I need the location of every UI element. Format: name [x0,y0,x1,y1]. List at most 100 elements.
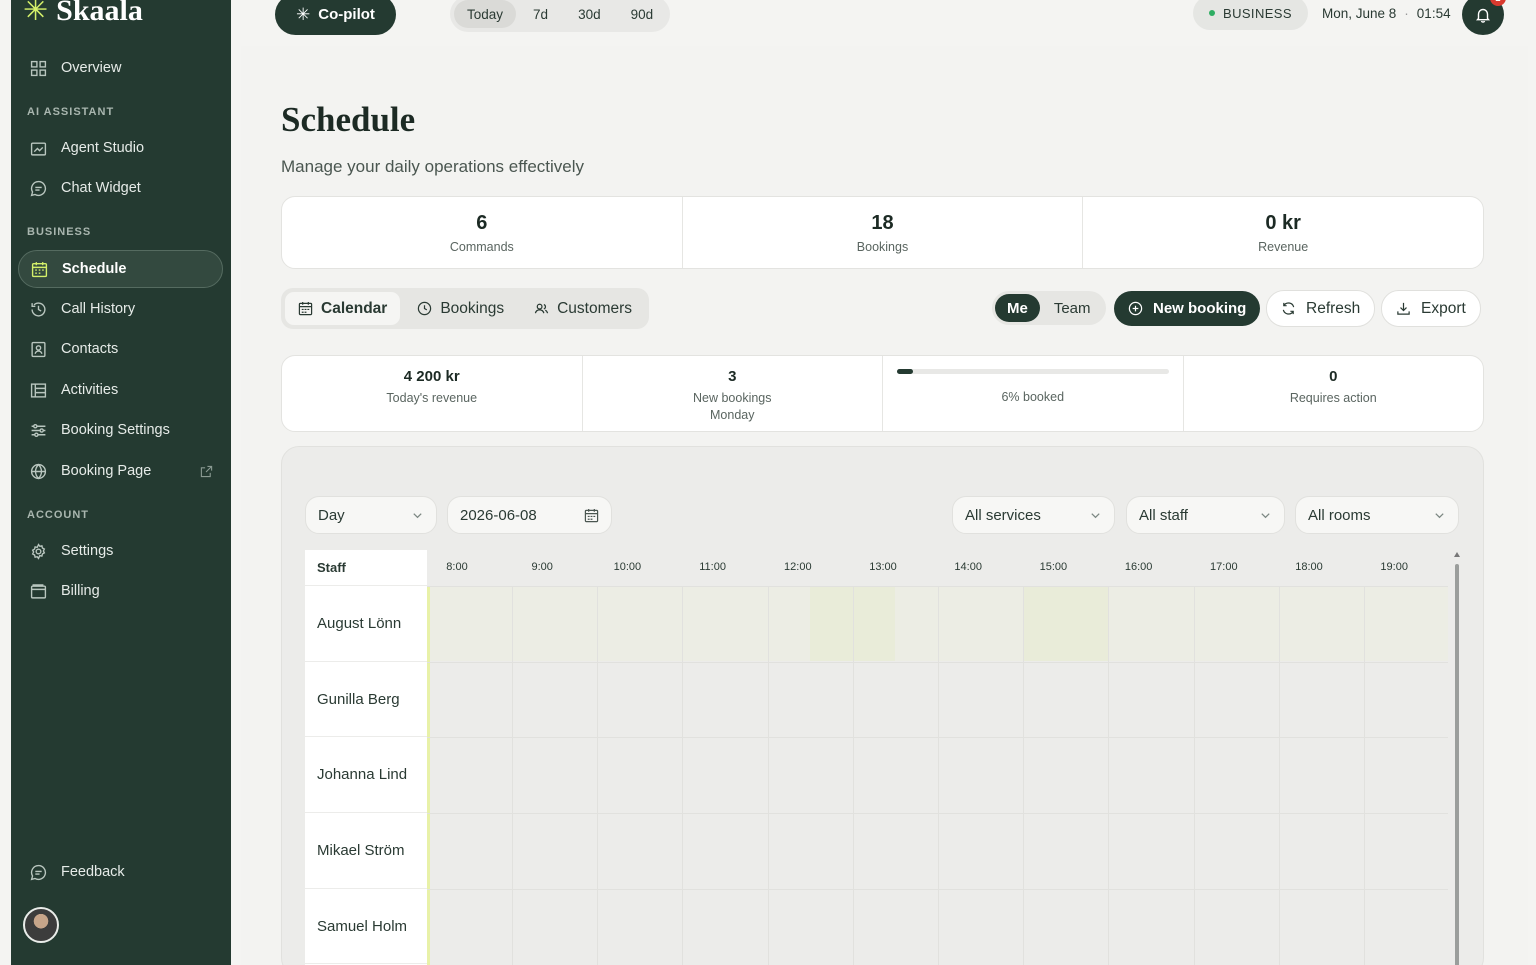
range-90d[interactable]: 90d [618,0,667,28]
calendar-icon [584,508,599,522]
grid-scrollbar[interactable] [1454,552,1460,965]
stat-value: 6 [476,211,488,234]
hour-gridline [512,586,513,965]
export-button[interactable]: Export [1381,290,1481,327]
time-label: 14:00 [954,561,982,573]
kpi-new-bookings: 3 New bookings Monday [583,356,883,431]
kpi-requires-action: 0 Requires action [1184,356,1484,431]
sidebar-item-label: Billing [61,583,100,599]
staff-row[interactable]: Samuel Holm [305,889,427,965]
sidebar-item-label: Settings [61,543,114,559]
kpi-label: Requires action [1289,391,1377,405]
time-label: 18:00 [1295,561,1323,573]
staff-row[interactable]: Mikael Ström [305,813,427,889]
brand-name: Skaala [56,0,143,27]
calendar-icon [31,261,48,278]
hour-gridline [1193,586,1195,965]
tab-bookings[interactable]: Bookings [404,292,517,325]
plan-badge[interactable]: BUSINESS [1193,0,1308,30]
copilot-button[interactable]: ✳ Co-pilot [275,0,396,35]
view-mode-select[interactable]: Day [305,496,437,534]
row-gridline [427,888,1448,890]
kpi-label: 6% booked [1001,390,1065,404]
kpi-booked-progress: 6% booked [883,356,1184,431]
staff-row[interactable]: Johanna Lind [305,737,427,814]
range-30d[interactable]: 30d [565,0,614,28]
tab-calendar[interactable]: Calendar [285,292,401,325]
booked-progress-bar [897,369,1169,374]
time-label: 11:00 [699,561,726,573]
time-label: 13:00 [869,561,897,573]
services-filter[interactable]: All services [952,496,1115,534]
scope-toggle: Me Team [992,291,1106,325]
chevron-down-icon [1435,512,1444,518]
user-avatar[interactable] [23,907,59,943]
sidebar-item-schedule[interactable]: Schedule [18,250,223,288]
daily-kpis: 4 200 kr Today's revenue 3 New bookings M… [281,355,1484,432]
brand-star-icon: ✳ [23,0,49,27]
time-label: 10:00 [613,561,642,573]
summary-stats: 6 Commands 18 Bookings 0 kr Revenue [281,196,1484,269]
staff-row[interactable]: August Lönn [305,586,427,662]
time-label: 9:00 [531,561,553,573]
scope-team[interactable]: Team [1042,294,1103,322]
studio-icon [30,140,47,157]
sidebar-item-activities[interactable]: Activities [18,371,223,409]
highlighted-slot [1023,586,1108,661]
hour-gridline [1278,586,1280,965]
current-datetime: Mon, June 8 · 01:54 [1322,6,1451,21]
sidebar-item-call-history[interactable]: Call History [18,290,223,328]
sidebar-item-label: Agent Studio [61,140,145,156]
chevron-down-icon [1261,512,1270,518]
new-booking-label: New booking [1153,300,1247,317]
sidebar-item-booking-page[interactable]: Booking Page [18,452,223,490]
time-label: 17:00 [1210,561,1238,573]
range-7d[interactable]: 7d [520,0,561,28]
datetime-separator: · [1404,6,1409,21]
feedback-button[interactable]: Feedback [18,853,223,891]
notification-count-badge: 2 [1490,0,1506,6]
row-gridline [427,813,1448,815]
staff-row[interactable]: Gunilla Berg [305,662,427,738]
timeline[interactable]: 8:00 9:00 10:00 11:00 12:00 13:00 14:00 15:00 16… [427,550,1448,965]
sidebar-item-agent-studio[interactable]: Agent Studio [18,129,223,167]
sidebar-item-booking-settings[interactable]: Booking Settings [18,411,223,449]
scroll-up-arrow-icon[interactable] [1454,552,1460,557]
time-label: 12:00 [784,561,812,573]
sidebar-item-label: Chat Widget [61,180,141,196]
external-link-icon [200,465,213,477]
kpi-label: New bookings Monday [693,390,772,424]
staff-filter[interactable]: All staff [1126,496,1285,534]
sidebar-item-billing[interactable]: Billing [18,572,223,610]
sliders-icon [30,422,47,439]
hour-gridline [1364,586,1365,965]
feedback-bubble-icon [30,864,47,881]
scope-me[interactable]: Me [995,294,1040,322]
sidebar-item-label: Contacts [61,341,119,357]
gear-icon [30,542,47,560]
hour-gridline [682,586,684,965]
section-label-ai: AI ASSISTANT [27,106,115,118]
hour-gridline [938,586,939,965]
refresh-button[interactable]: Refresh [1266,290,1376,327]
sidebar-item-settings[interactable]: Settings [18,532,223,570]
notifications-button[interactable]: 2 [1462,0,1506,35]
stat-value: 0 kr [1265,211,1301,234]
sidebar-item-overview[interactable]: Overview [18,49,223,87]
brand-logo[interactable]: ✳ Skaala [23,0,143,26]
time-label: 16:00 [1124,561,1153,573]
date-picker[interactable]: 2026-06-08 [447,496,612,534]
sparkle-icon: ✳ [296,4,311,24]
hour-gridline [1023,586,1025,965]
view-tabs: Calendar Bookings Customers [281,288,650,329]
tab-customers[interactable]: Customers [521,292,645,325]
sidebar-item-contacts[interactable]: Contacts [18,330,223,368]
current-date: Mon, June 8 [1322,6,1397,21]
new-booking-button[interactable]: New booking [1114,291,1261,326]
range-today[interactable]: Today [454,0,517,28]
sidebar-item-chat-widget[interactable]: Chat Widget [18,169,223,207]
scrollbar-thumb[interactable] [1455,564,1459,965]
rooms-filter[interactable]: All rooms [1295,496,1459,534]
time-header: 8:00 9:00 10:00 11:00 12:00 13:00 14:00 15:00 16… [427,550,1448,586]
date-value: 2026-06-08 [460,506,537,524]
